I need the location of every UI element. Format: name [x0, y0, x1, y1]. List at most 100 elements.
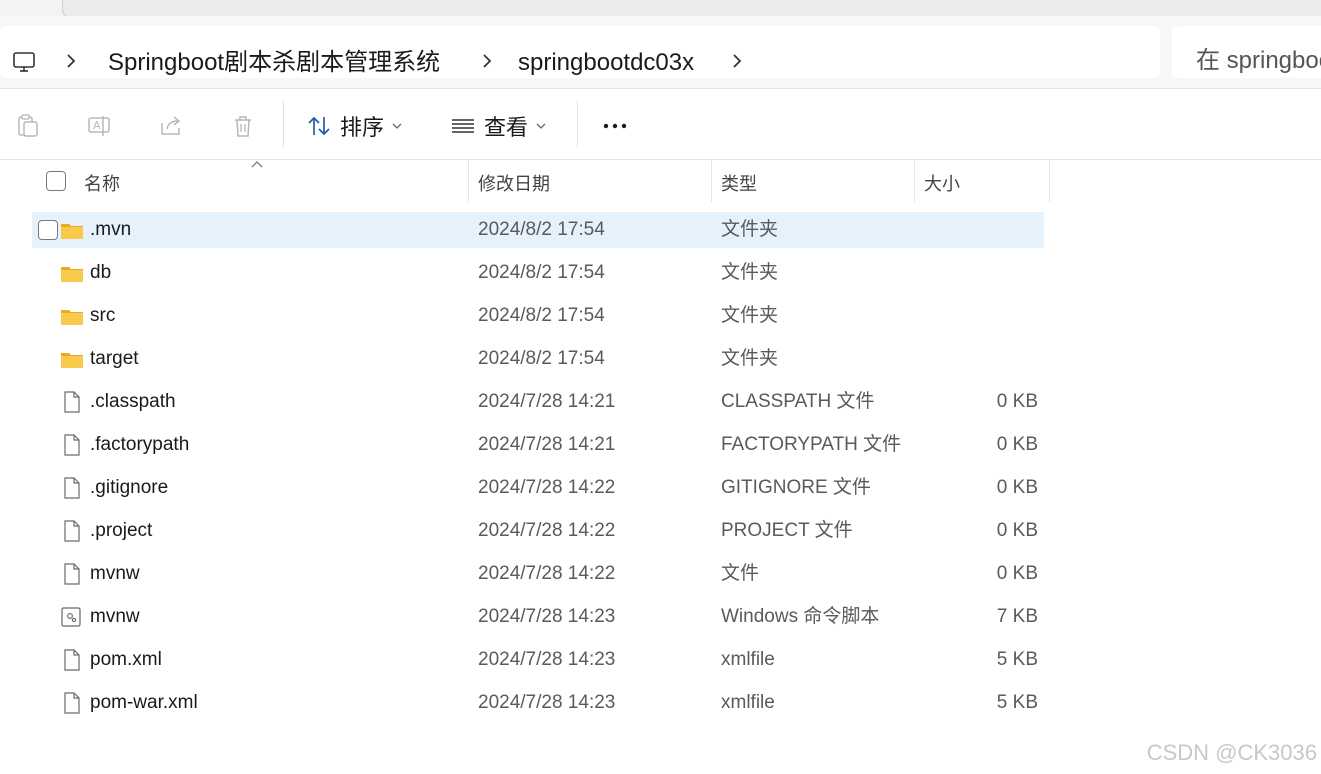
- file-type: 文件夹: [721, 219, 779, 240]
- file-row[interactable]: mvnw 2024/7/28 14:23 Windows 命令脚本 7 KB: [32, 599, 1044, 635]
- file-type: GITIGNORE 文件: [721, 477, 871, 498]
- file-type: PROJECT 文件: [721, 520, 853, 541]
- sort-button[interactable]: 排序: [306, 111, 402, 141]
- column-size-header[interactable]: 大小: [924, 170, 960, 196]
- column-resize-handle[interactable]: [468, 160, 469, 202]
- toolbar-divider: [283, 101, 284, 147]
- file-modified-date: 2024/8/2 17:54: [478, 219, 605, 240]
- file-name: .project: [90, 520, 153, 541]
- chevron-right-icon[interactable]: [480, 52, 494, 70]
- file-size: 7 KB: [996, 606, 1038, 627]
- chevron-right-icon[interactable]: [730, 52, 744, 70]
- file-row[interactable]: db 2024/8/2 17:54 文件夹: [32, 255, 1044, 291]
- column-type-header[interactable]: 类型: [721, 170, 757, 196]
- file-type: CLASSPATH 文件: [721, 391, 875, 412]
- file-row[interactable]: .gitignore 2024/7/28 14:22 GITIGNORE 文件 0 K…: [32, 470, 1044, 506]
- file-name: .factorypath: [90, 434, 190, 455]
- this-pc-icon: [13, 52, 35, 72]
- file-modified-date: 2024/7/28 14:23: [478, 649, 616, 670]
- file-row[interactable]: mvnw 2024/7/28 14:22 文件 0 KB: [32, 556, 1044, 592]
- file-type: 文件夹: [721, 262, 779, 283]
- file-size: 0 KB: [996, 391, 1038, 412]
- file-modified-date: 2024/8/2 17:54: [478, 348, 605, 369]
- file-type: xmlfile: [721, 692, 775, 713]
- file-modified-date: 2024/7/28 14:21: [478, 434, 616, 455]
- view-button[interactable]: 查看: [450, 111, 546, 141]
- sort-label: 排序: [340, 115, 385, 140]
- file-icon: [64, 520, 80, 542]
- file-name: .classpath: [90, 391, 176, 412]
- file-row[interactable]: pom.xml 2024/7/28 14:23 xmlfile 5 KB: [32, 642, 1044, 678]
- share-icon[interactable]: [158, 113, 184, 139]
- column-name-header[interactable]: 名称: [84, 170, 120, 196]
- view-label: 查看: [484, 115, 529, 140]
- chevron-right-icon[interactable]: [64, 52, 78, 70]
- file-icon: [64, 391, 80, 413]
- column-resize-handle[interactable]: [1049, 160, 1050, 202]
- file-modified-date: 2024/7/28 14:23: [478, 692, 616, 713]
- file-icon: [64, 692, 80, 714]
- file-row[interactable]: .classpath 2024/7/28 14:21 CLASSPATH 文件 0 K…: [32, 384, 1044, 420]
- chevron-down-icon: [392, 123, 402, 129]
- file-name: src: [90, 305, 116, 326]
- more-options-icon[interactable]: [600, 111, 630, 141]
- file-row[interactable]: src 2024/8/2 17:54 文件夹: [32, 298, 1044, 334]
- file-name: mvnw: [90, 563, 140, 584]
- file-row[interactable]: .factorypath 2024/7/28 14:21 FACTORYPATH 文…: [32, 427, 1044, 463]
- address-row: Springboot剧本杀剧本管理系统 springbootdc03x 在 sp…: [0, 16, 1321, 88]
- sort-icon: [308, 116, 330, 136]
- file-size: 5 KB: [996, 649, 1038, 670]
- file-row[interactable]: pom-war.xml 2024/7/28 14:23 xmlfile 5 KB: [32, 685, 1044, 721]
- file-modified-date: 2024/7/28 14:22: [478, 477, 616, 498]
- file-type: 文件夹: [721, 305, 779, 326]
- file-size: 0 KB: [996, 563, 1038, 584]
- search-input[interactable]: 在 springbootdc03x 中搜索: [1172, 26, 1321, 78]
- folder-icon: [61, 267, 83, 282]
- file-name: pom-war.xml: [90, 692, 198, 713]
- file-row[interactable]: .project 2024/7/28 14:22 PROJECT 文件 0 KB: [32, 513, 1044, 549]
- file-type: xmlfile: [721, 649, 775, 670]
- file-modified-date: 2024/8/2 17:54: [478, 305, 605, 326]
- rename-icon[interactable]: A: [86, 113, 112, 139]
- file-type: Windows 命令脚本: [721, 606, 880, 627]
- breadcrumb-item-folder[interactable]: springbootdc03x: [518, 48, 694, 78]
- paste-icon[interactable]: [15, 113, 41, 139]
- file-modified-date: 2024/7/28 14:23: [478, 606, 616, 627]
- script-file-icon: [61, 607, 81, 627]
- row-checkbox[interactable]: [38, 220, 58, 240]
- file-type: 文件: [721, 563, 760, 584]
- file-icon: [64, 434, 80, 456]
- folder-icon: [61, 353, 83, 368]
- view-list-icon: [452, 119, 474, 133]
- file-icon: [64, 649, 80, 671]
- folder-icon: [61, 310, 83, 325]
- svg-text:A: A: [93, 119, 101, 132]
- column-resize-handle[interactable]: [914, 160, 915, 202]
- folder-icon: [61, 224, 83, 239]
- select-all-checkbox[interactable]: [46, 171, 66, 191]
- chevron-down-icon: [536, 123, 546, 129]
- breadcrumb-item-project[interactable]: Springboot剧本杀剧本管理系统: [108, 48, 440, 78]
- column-header: 名称 修改日期 类型 大小: [0, 160, 1050, 202]
- toolbar-divider: [577, 101, 578, 147]
- column-modified-header[interactable]: 修改日期: [478, 170, 550, 196]
- file-icon: [64, 477, 80, 499]
- file-name: .mvn: [90, 219, 132, 240]
- file-modified-date: 2024/7/28 14:21: [478, 391, 616, 412]
- file-size: 0 KB: [996, 520, 1038, 541]
- file-size: 0 KB: [996, 477, 1038, 498]
- command-bar: A 排序 查看: [0, 89, 1321, 159]
- file-row[interactable]: .mvn 2024/8/2 17:54 文件夹: [32, 212, 1044, 248]
- search-placeholder: 在 springbootdc03x 中搜索: [1196, 47, 1321, 74]
- file-row[interactable]: target 2024/8/2 17:54 文件夹: [32, 341, 1044, 377]
- delete-icon[interactable]: [230, 113, 256, 139]
- column-resize-handle[interactable]: [711, 160, 712, 202]
- file-name: target: [90, 348, 139, 369]
- tab-strip: [0, 0, 1321, 18]
- file-name: .gitignore: [90, 477, 169, 498]
- address-bar[interactable]: Springboot剧本杀剧本管理系统 springbootdc03x: [0, 26, 1160, 78]
- sort-ascending-icon: [251, 161, 263, 168]
- file-type: FACTORYPATH 文件: [721, 434, 902, 455]
- file-explorer-window: Springboot剧本杀剧本管理系统 springbootdc03x 在 sp…: [0, 0, 1321, 774]
- file-name: pom.xml: [90, 649, 162, 670]
